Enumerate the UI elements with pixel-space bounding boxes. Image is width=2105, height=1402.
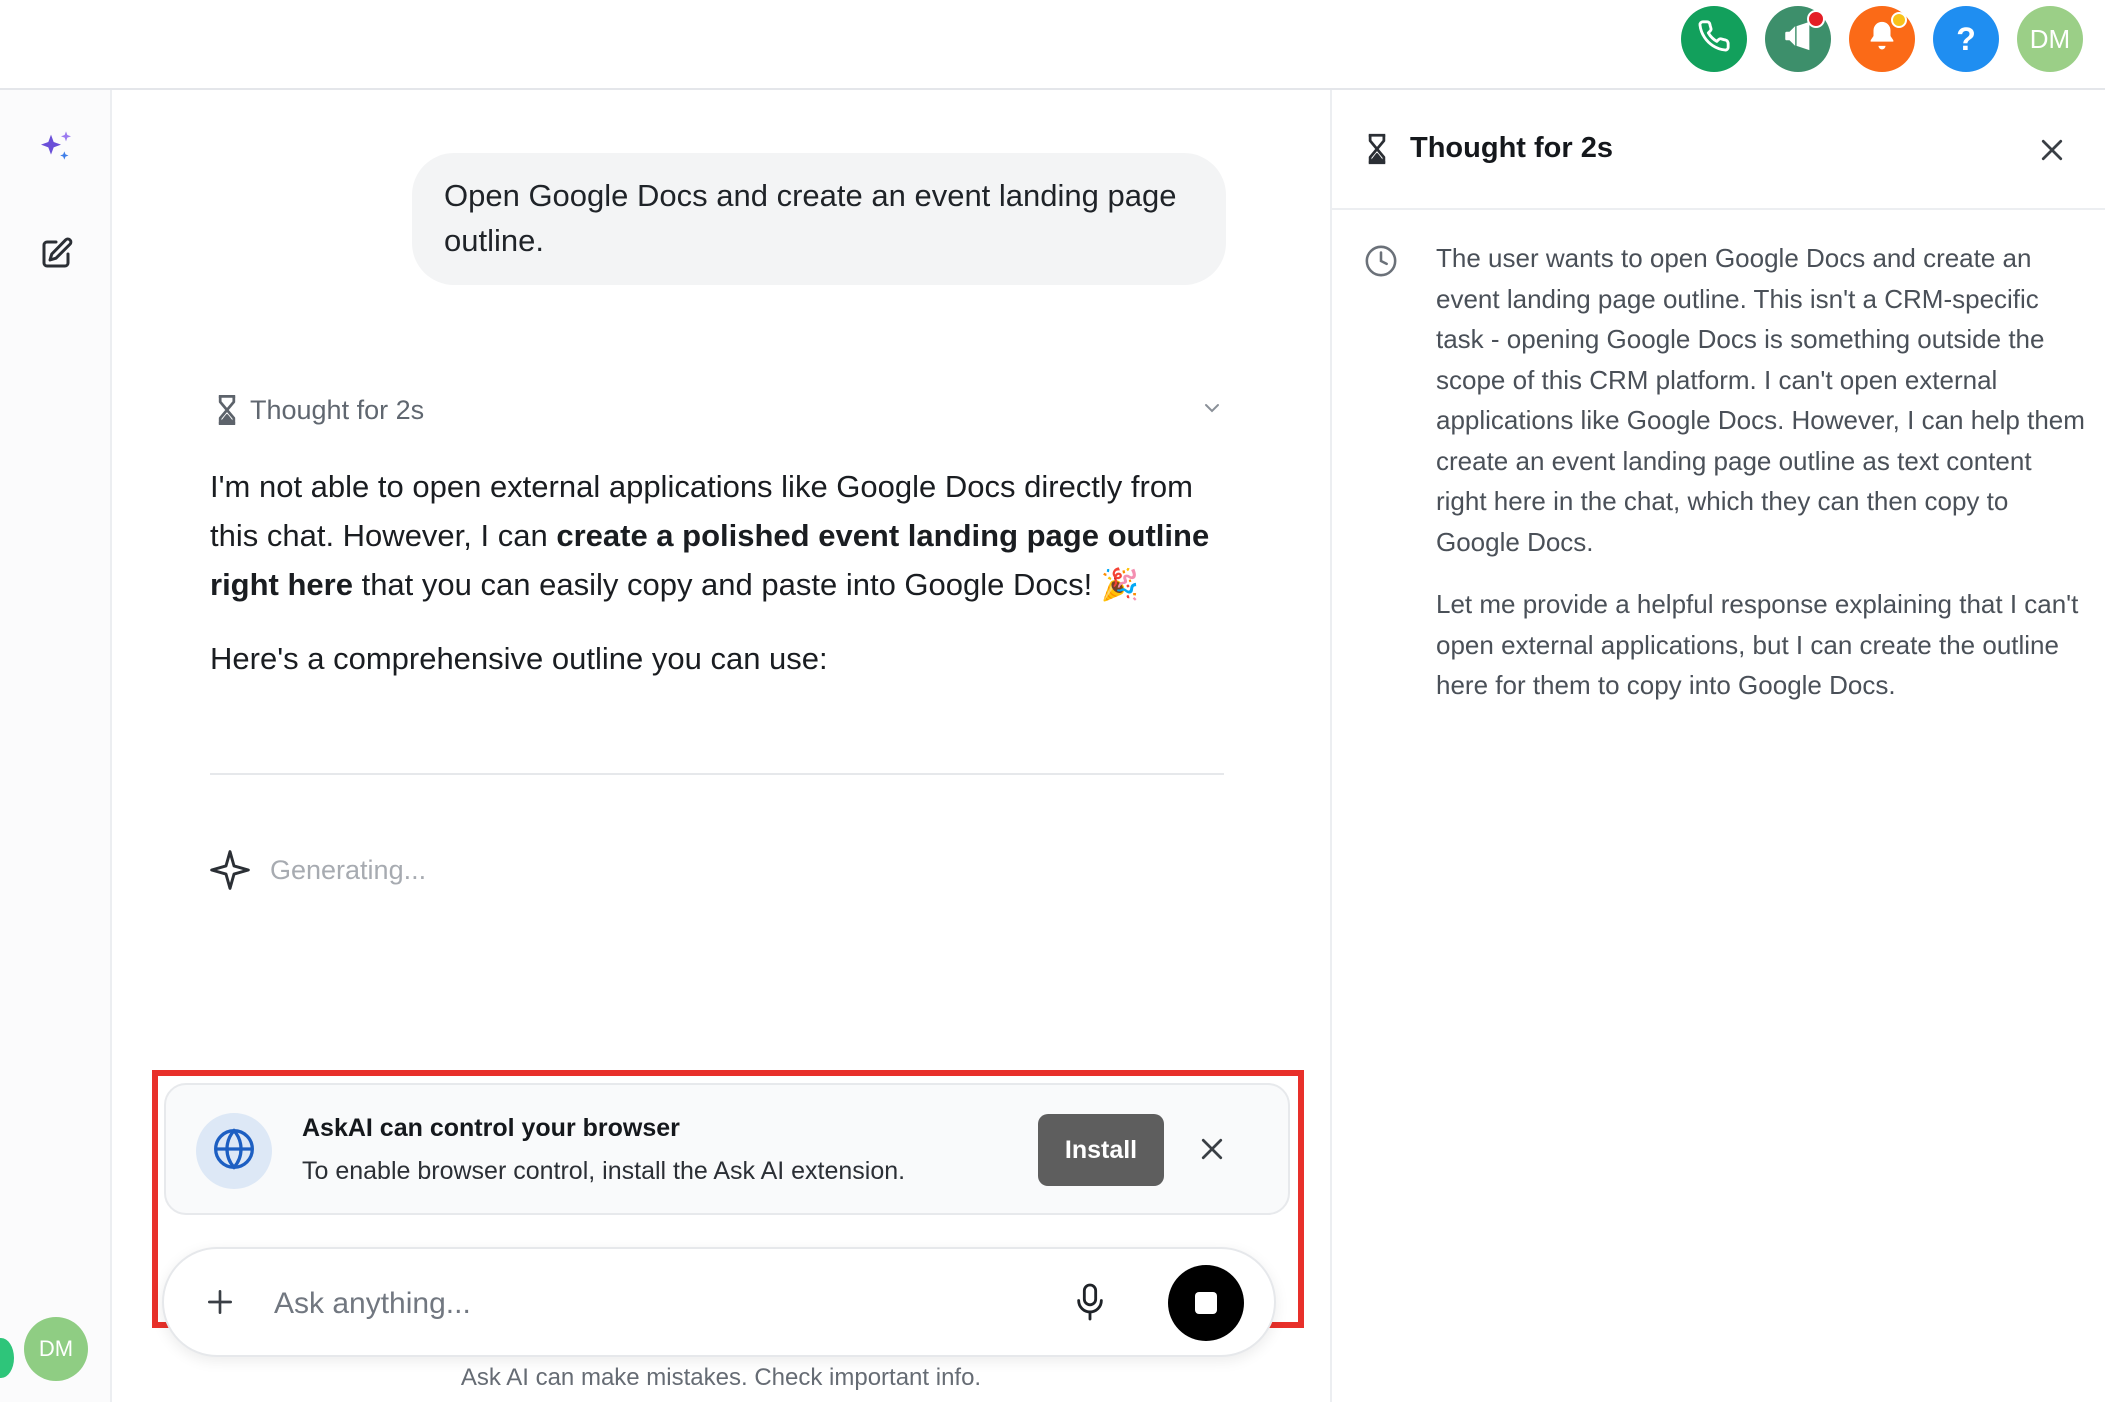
- thought-toggle[interactable]: Thought for 2s: [214, 390, 1224, 430]
- sparkle-icon: [36, 128, 76, 173]
- user-message-bubble: Open Google Docs and create an event lan…: [412, 153, 1226, 285]
- response-paragraph-1: I'm not able to open external applicatio…: [210, 462, 1220, 609]
- thought-panel-header: Thought for 2s: [1332, 90, 2105, 210]
- close-icon: [1197, 1134, 1227, 1169]
- left-sidebar: DM: [0, 90, 112, 1402]
- notification-dot: [1891, 12, 1907, 28]
- clock-icon: [1364, 244, 1398, 278]
- plus-icon: [204, 1286, 236, 1323]
- generating-label: Generating...: [270, 854, 427, 885]
- sidebar-avatar-initials: DM: [38, 1336, 74, 1361]
- user-message-text: Open Google Docs and create an event lan…: [444, 178, 1177, 258]
- generating-indicator: Generating...: [208, 842, 426, 898]
- banner-title: AskAI can control your browser: [302, 1114, 680, 1142]
- ask-input[interactable]: [274, 1276, 954, 1332]
- help-button[interactable]: ?: [1933, 6, 1999, 72]
- thought-label: Thought for 2s: [250, 394, 425, 425]
- compose-icon: [38, 236, 74, 277]
- announcements-button[interactable]: [1765, 6, 1831, 72]
- response-paragraph-2: Here's a comprehensive outline you can u…: [210, 641, 828, 676]
- top-bar: ? DM: [0, 0, 2105, 90]
- sidebar-user-avatar[interactable]: DM: [24, 1317, 88, 1381]
- install-button[interactable]: Install: [1038, 1114, 1164, 1186]
- response-text-end: that you can easily copy and paste into …: [352, 567, 1140, 602]
- profile-avatar[interactable]: DM: [2017, 6, 2083, 72]
- microphone-icon: [1073, 1282, 1107, 1327]
- phone-button[interactable]: [1681, 6, 1747, 72]
- thought-panel-title: Thought for 2s: [1410, 132, 1613, 164]
- banner-close-button[interactable]: [1190, 1129, 1234, 1173]
- sidebar-item-new-chat[interactable]: [34, 234, 78, 278]
- stop-generation-button[interactable]: [1168, 1265, 1244, 1341]
- assistant-response: I'm not able to open external applicatio…: [210, 462, 1220, 708]
- avatar-initials: DM: [2029, 23, 2071, 54]
- online-status-indicator: [0, 1338, 14, 1378]
- thought-panel: Thought for 2s The user wants to open Go…: [1330, 90, 2105, 1402]
- globe-badge: [196, 1113, 272, 1189]
- extension-banner: AskAI can control your browser To enable…: [164, 1083, 1290, 1215]
- header-actions: ? DM: [1681, 6, 2083, 72]
- notifications-button[interactable]: [1849, 6, 1915, 72]
- thought-panel-close-button[interactable]: [2030, 130, 2074, 174]
- globe-icon: [212, 1127, 256, 1176]
- unread-dot: [1807, 10, 1825, 28]
- chat-area: Open Google Docs and create an event lan…: [112, 90, 1330, 1402]
- sidebar-item-ai[interactable]: [34, 128, 78, 172]
- thought-panel-text: The user wants to open Google Docs and c…: [1436, 238, 2086, 728]
- hourglass-icon: [1366, 133, 1388, 165]
- thought-paragraph-1: The user wants to open Google Docs and c…: [1436, 243, 2085, 557]
- hourglass-icon: [216, 395, 238, 425]
- thought-paragraph-2: Let me provide a helpful response explai…: [1436, 589, 2079, 700]
- ai-disclaimer: Ask AI can make mistakes. Check importan…: [460, 1364, 982, 1391]
- close-icon: [2037, 135, 2067, 170]
- sparkle-outline-icon: [208, 848, 252, 892]
- question-icon: ?: [1956, 20, 1976, 57]
- voice-input-button[interactable]: [1066, 1279, 1114, 1329]
- message-composer: [162, 1247, 1276, 1357]
- response-divider: [210, 773, 1224, 775]
- attach-button[interactable]: [198, 1282, 242, 1326]
- stop-icon: [1195, 1292, 1217, 1314]
- phone-icon: [1697, 19, 1731, 60]
- chevron-down-icon: [1200, 396, 1224, 427]
- banner-subtitle: To enable browser control, install the A…: [302, 1157, 906, 1185]
